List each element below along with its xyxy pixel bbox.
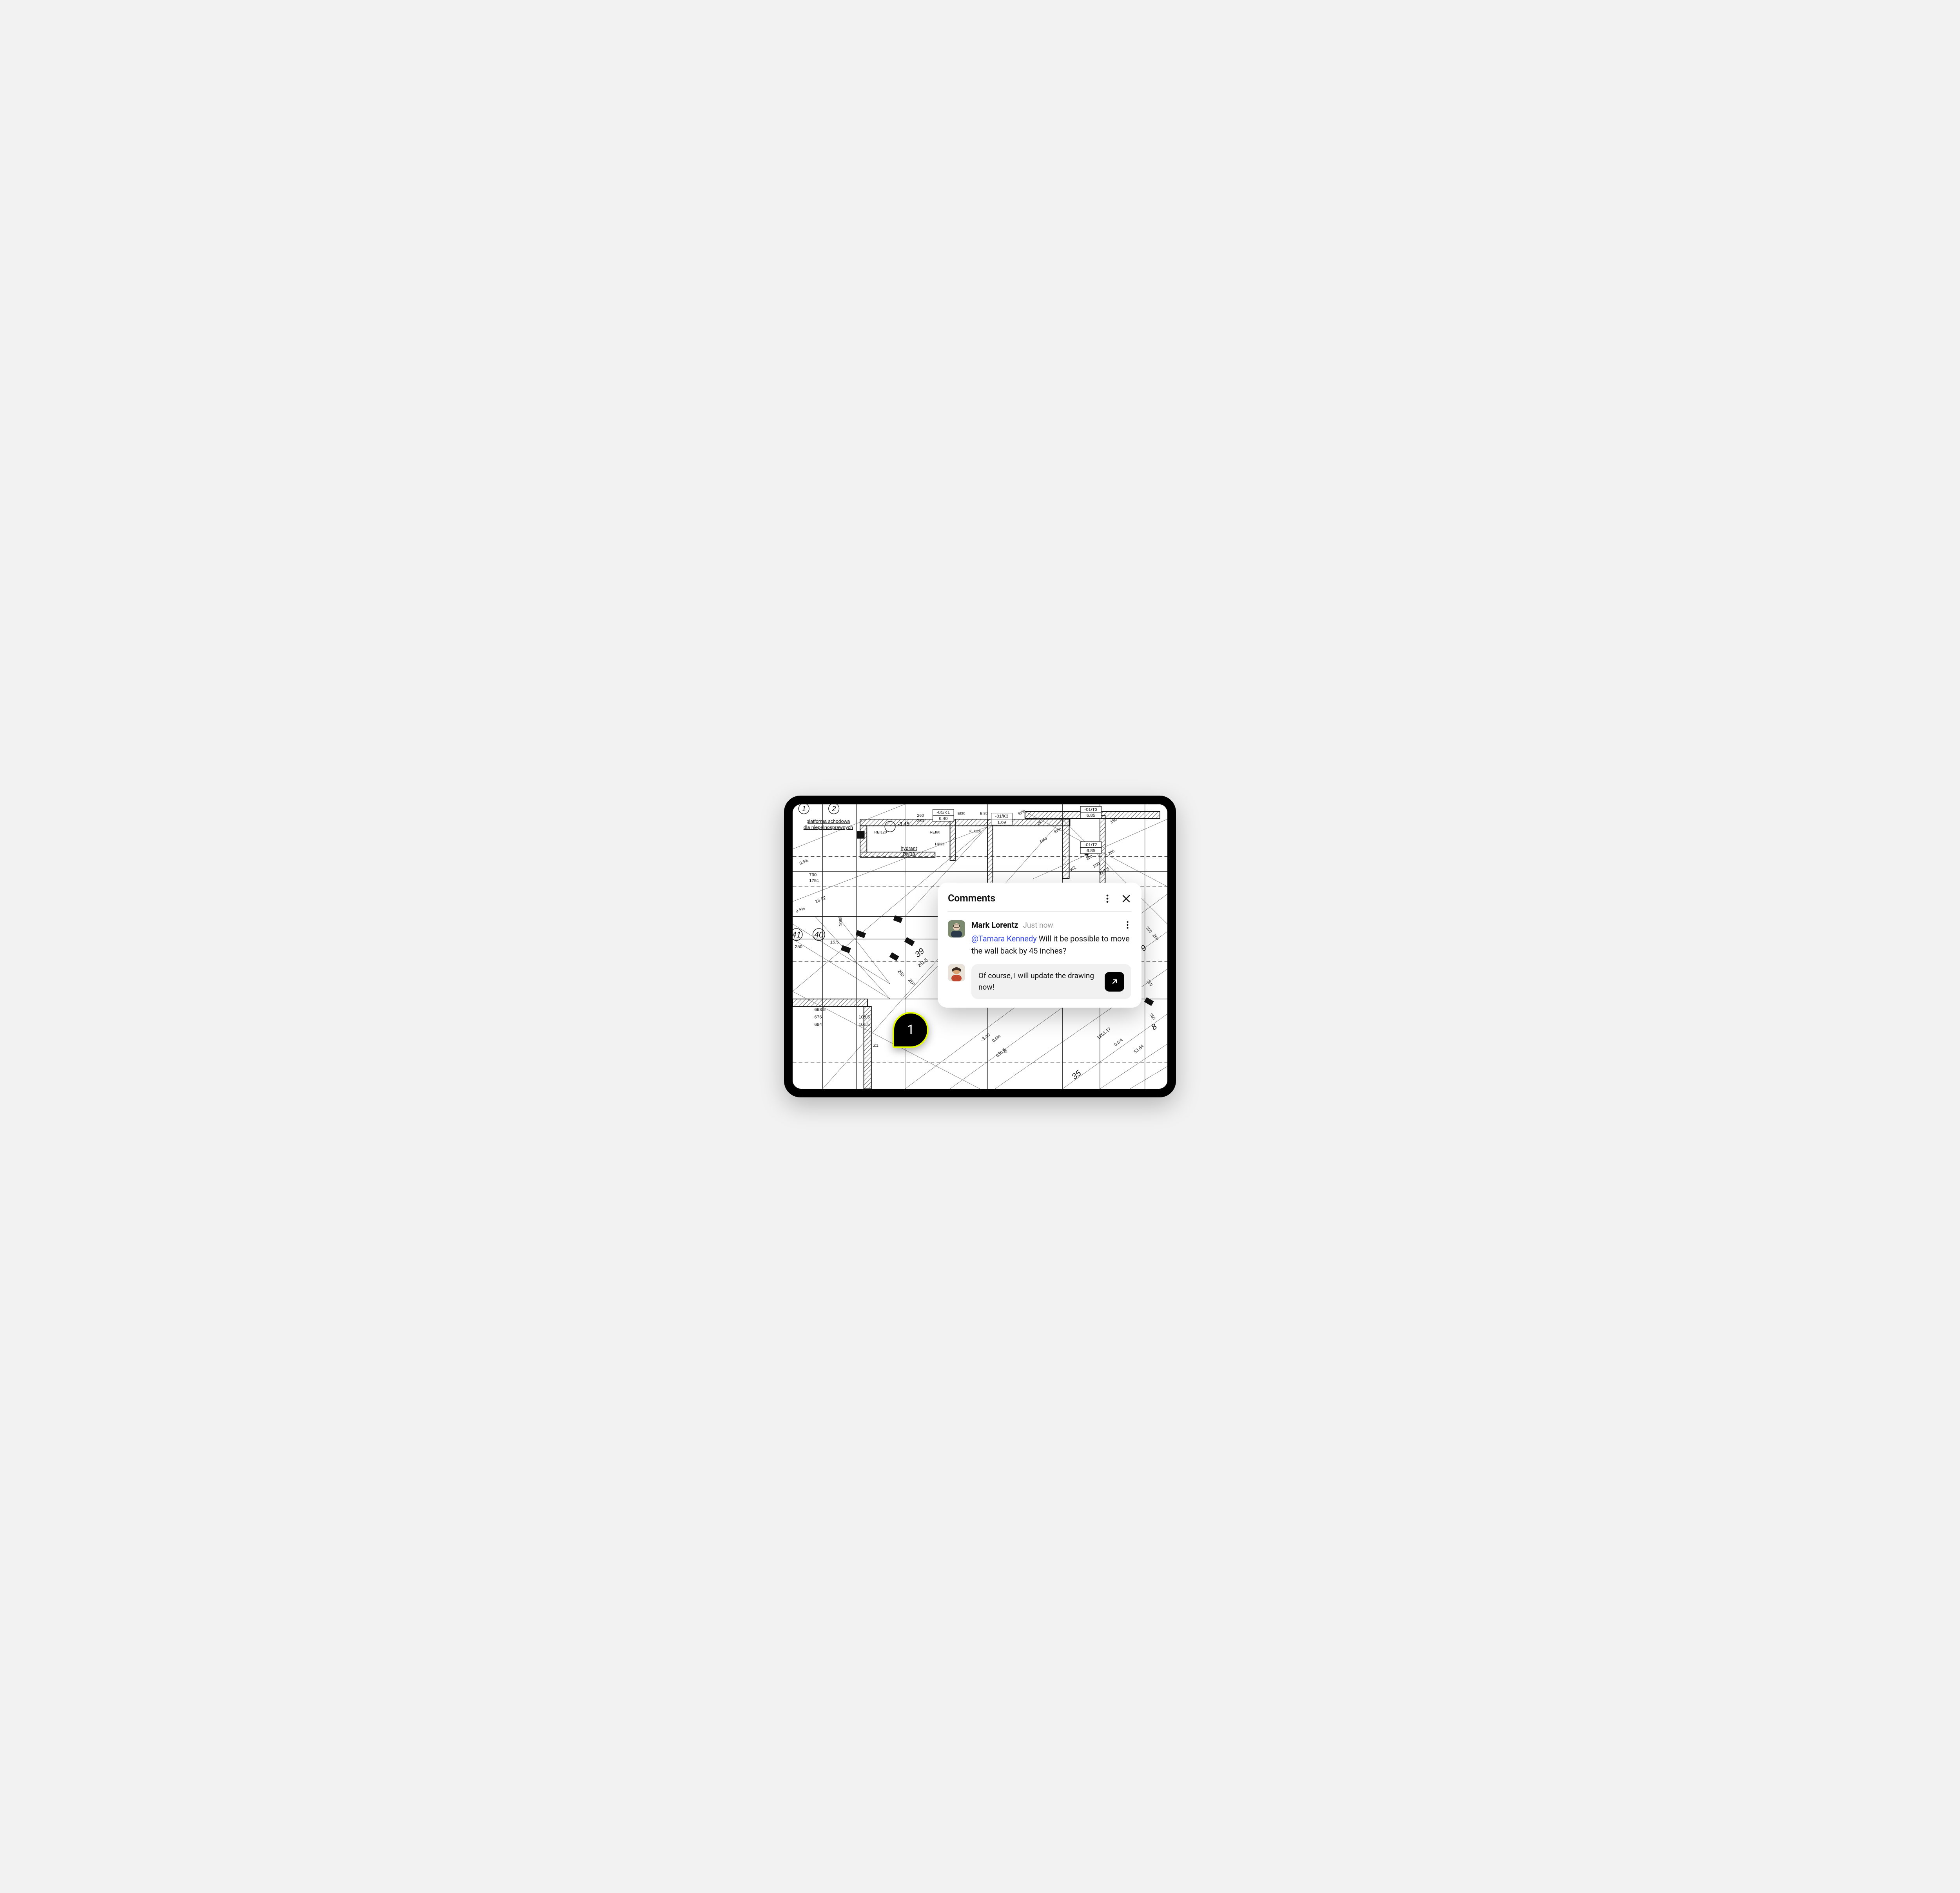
svg-text:250: 250 [795,945,802,949]
svg-text:676: 676 [814,1015,822,1020]
svg-text:15.5: 15.5 [830,940,839,945]
svg-text:1.69: 1.69 [997,820,1006,825]
more-icon[interactable] [1102,894,1112,904]
comments-title: Comments [948,893,995,904]
svg-text:260: 260 [917,813,924,818]
reply-row: Of course, I will update the drawing now… [948,964,1131,999]
svg-text:EI30: EI30 [980,811,988,816]
svg-text:41: 41 [793,930,801,939]
svg-text:EI30: EI30 [958,811,965,816]
comments-header-actions [1102,894,1131,904]
svg-text:platforma schodowa: platforma schodowa [806,819,850,824]
svg-text:1751: 1751 [809,879,819,883]
comment-body: Mark Lorentz Just now @Tamara Kennedy Wi… [971,920,1131,957]
svg-text:6.40: 6.40 [939,816,947,821]
comment-author: Mark Lorentz [971,920,1018,930]
svg-text:DN33: DN33 [903,852,915,857]
reply-avatar [948,964,965,981]
svg-text:1: 1 [802,805,806,813]
comment-item: Mark Lorentz Just now @Tamara Kennedy Wi… [948,920,1131,957]
svg-text:HP33: HP33 [935,842,944,847]
svg-text:684: 684 [814,1023,822,1027]
svg-text:REI120: REI120 [874,830,887,834]
comment-marker-number: 1 [907,1022,914,1038]
svg-text:2: 2 [831,805,836,813]
svg-text:40: 40 [814,930,824,939]
svg-text:260: 260 [917,819,924,823]
svg-text:-01/T2: -01/T2 [1084,843,1097,847]
svg-text:Z1: Z1 [873,1043,878,1048]
svg-text:108.5: 108.5 [858,1015,870,1020]
comment-avatar [948,920,965,937]
open-reply-button[interactable] [1105,972,1124,992]
svg-text:-3.45: -3.45 [898,821,910,827]
svg-text:-01/K3: -01/K3 [995,814,1009,819]
reply-bubble[interactable]: Of course, I will update the drawing now… [971,964,1131,999]
comment-timestamp: Just now [1023,921,1053,930]
comment-mention[interactable]: @Tamara Kennedy [971,934,1037,943]
svg-text:REI120: REI120 [969,829,981,833]
svg-text:6.85: 6.85 [1087,813,1095,818]
tablet-frame: -01/K1 6.40 -01/K3 1.69 -01/T3 6.85 [784,796,1176,1097]
svg-text:hydrant: hydrant [901,845,917,851]
svg-text:1065: 1065 [838,916,843,927]
comments-panel-header: Comments [948,893,1131,912]
svg-text:6.85: 6.85 [1087,849,1095,853]
svg-text:-01/K1: -01/K1 [936,811,950,815]
comments-panel: Comments Mark Lorentz Ju [938,883,1142,1008]
svg-text:730: 730 [809,872,817,877]
svg-text:101.5: 101.5 [858,1023,870,1027]
svg-text:REI60: REI60 [930,830,940,834]
svg-text:668.5: 668.5 [814,1007,826,1012]
reply-text: Of course, I will update the drawing now… [978,970,1099,993]
svg-text:-01/T3: -01/T3 [1084,807,1097,812]
close-icon[interactable] [1121,894,1131,904]
svg-text:dla niepelnosprawnych: dla niepelnosprawnych [804,825,853,830]
comment-head: Mark Lorentz Just now [971,920,1131,930]
comment-text: @Tamara Kennedy Will it be possible to m… [971,933,1131,957]
screen[interactable]: -01/K1 6.40 -01/K3 1.69 -01/T3 6.85 [793,804,1167,1089]
comment-marker[interactable]: 1 [893,1012,929,1048]
arrow-up-right-icon [1111,978,1118,986]
comment-more-icon[interactable] [1123,921,1131,929]
